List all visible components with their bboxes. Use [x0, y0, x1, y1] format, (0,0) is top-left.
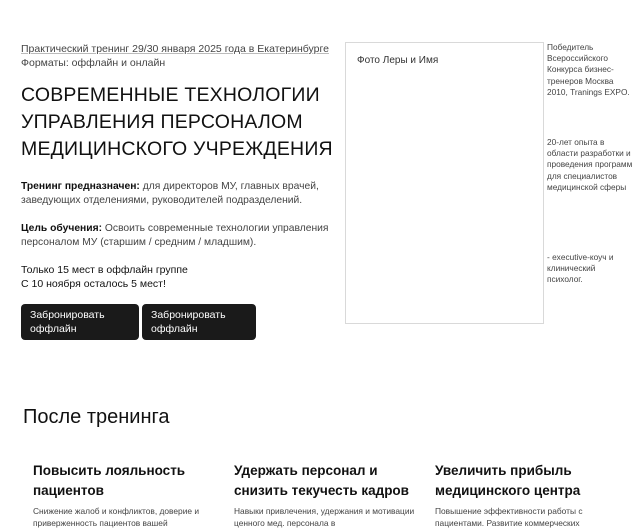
- button-label: Забронировать: [30, 309, 105, 321]
- trainer-fact: - executive-коуч и клинический психолог.: [547, 252, 614, 285]
- after-training-heading: После тренинга: [23, 406, 170, 428]
- button-label: оффлайн: [30, 323, 77, 335]
- benefit-text: Навыки привлечения, удержания и мотиваци…: [234, 506, 415, 528]
- benefit-card: Увеличить прибыль медицинского центра По…: [435, 461, 620, 529]
- goal-label: Цель обучения:: [21, 223, 103, 234]
- event-info: Практический тренинг 29/30 января 2025 г…: [21, 42, 331, 70]
- trainer-photo-caption: Фото Леры и Имя: [357, 55, 439, 66]
- button-label: Забронировать: [151, 309, 226, 321]
- benefit-title: Увеличить прибыль медицинского центра: [435, 463, 581, 498]
- page-title-line: УПРАВЛЕНИЯ ПЕРСОНАЛОМ: [21, 111, 303, 133]
- benefit-title: Удержать персонал и снизить текучесть ка…: [234, 463, 409, 498]
- benefit-card: Повысить лояльность пациентов Снижение ж…: [33, 461, 218, 529]
- benefit-title: Повысить лояльность пациентов: [33, 463, 186, 498]
- trainer-photo-placeholder: Фото Леры и Имя: [345, 42, 544, 324]
- seats-notice: Только 15 мест в оффлайн группе С 10 ноя…: [21, 263, 336, 291]
- page-title: СОВРЕМЕННЫЕ ТЕХНОЛОГИИ УПРАВЛЕНИЯ ПЕРСОН…: [21, 82, 341, 163]
- goal-paragraph: Цель обучения: Освоить современные техно…: [21, 222, 336, 250]
- seats-total: Только 15 мест в оффлайн группе: [21, 264, 188, 276]
- event-formats: Форматы: оффлайн и онлайн: [21, 57, 166, 69]
- button-label: оффлайн: [151, 323, 198, 335]
- benefit-card: Удержать персонал и снизить текучесть ка…: [234, 461, 419, 529]
- page-title-line: МЕДИЦИНСКОГО УЧРЕЖДЕНИЯ: [21, 138, 333, 160]
- book-offline-button-2[interactable]: Забронировать оффлайн: [142, 304, 256, 340]
- benefit-text: Снижение жалоб и конфликтов, доверие и п…: [33, 506, 200, 528]
- event-date-location: Практический тренинг 29/30 января 2025 г…: [21, 43, 329, 55]
- page-title-line: СОВРЕМЕННЫЕ ТЕХНОЛОГИИ: [21, 84, 320, 106]
- benefit-text: Повышение эффективности работы с пациент…: [435, 506, 583, 528]
- book-offline-button[interactable]: Забронировать оффлайн: [21, 304, 139, 340]
- audience-paragraph: Тренинг предназначен: для директоров МУ,…: [21, 180, 336, 208]
- trainer-fact: 20-лет опыта в области разработки и пров…: [547, 137, 633, 192]
- seats-remaining: С 10 ноября осталось 5 мест!: [21, 278, 166, 290]
- audience-label: Тренинг предназначен:: [21, 181, 140, 192]
- trainer-fact: Победитель Всероссийского Конкурса бизне…: [547, 42, 630, 97]
